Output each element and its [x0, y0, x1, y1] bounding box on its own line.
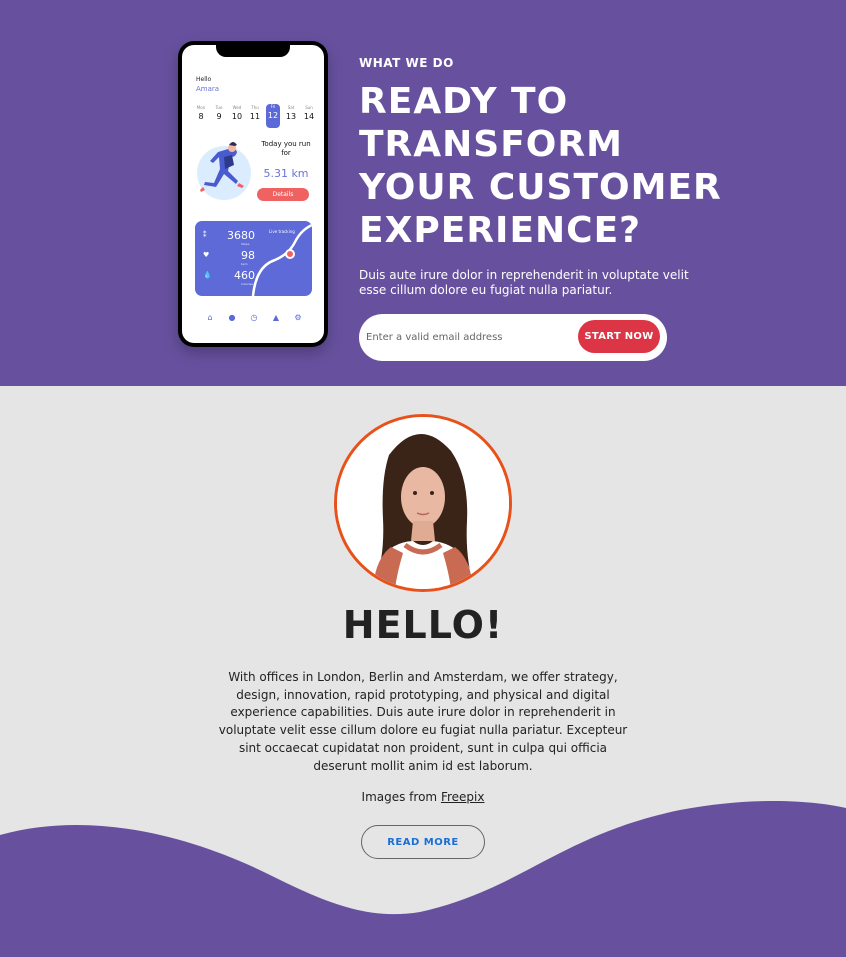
details-button: Details [257, 188, 309, 201]
app-day: Mon 8 [194, 105, 208, 128]
read-more-button[interactable]: READ MORE [361, 825, 485, 859]
app-greeting: Hello [196, 76, 212, 83]
app-day-selector: Mon 8 Tue 9 Wed 10 Thu 11 Fri 12 Sat 13 Sun 14 [194, 104, 316, 128]
start-now-button[interactable]: START NOW [578, 320, 660, 353]
hero-eyebrow: WHAT WE DO [359, 56, 454, 70]
day-date: 10 [231, 112, 243, 121]
about-heading: HELLO! [342, 603, 504, 647]
app-day-active: Fri 12 [266, 104, 280, 128]
run-distance: 5.31 km [263, 167, 309, 180]
stat-steps: ⁑ 3680 Steps [203, 229, 263, 246]
portrait-neck [411, 521, 435, 541]
email-input[interactable] [366, 326, 566, 348]
app-user-name: Amara [196, 85, 220, 93]
tracking-marker-dot [287, 251, 293, 257]
phone-notch [216, 45, 290, 57]
portrait-eye [413, 491, 417, 495]
bell-icon: ▲ [272, 313, 280, 322]
stats-card: Live tracking ⁑ 3680 Steps ♥ 98 bpm 💧 46… [195, 221, 312, 296]
hero-description: Duis aute irure dolor in reprehenderit i… [359, 268, 689, 297]
stat-value: 460 [234, 269, 255, 282]
day-name: Thu [251, 105, 259, 110]
app-day: Sun 14 [302, 105, 316, 128]
user-icon: ● [228, 313, 236, 322]
stat-label: bpm [241, 262, 248, 266]
portrait-face [401, 467, 445, 527]
clock-icon: ◷ [250, 313, 258, 322]
day-name: Wed [232, 105, 242, 110]
home-icon: ⌂ [207, 313, 213, 322]
day-name: Fri [270, 104, 276, 109]
app-day: Thu 11 [248, 105, 262, 128]
about-body: With offices in London, Berlin and Amste… [218, 670, 628, 773]
stat-label: Steps [241, 242, 250, 246]
subscribe-form: START NOW [359, 314, 667, 361]
day-date: 11 [249, 112, 261, 121]
hero-section: Hello Amara Mon 8 Tue 9 Wed 10 Thu 11 Fri 12 … [0, 0, 846, 386]
credit-prefix: Images from [361, 790, 438, 804]
live-tracking-label: Live tracking [269, 229, 295, 234]
hero-title-line: TRANSFORM [359, 124, 623, 165]
stat-value: 3680 [227, 229, 255, 242]
heart-icon: ♥ [203, 251, 210, 259]
portrait-illustration [337, 417, 509, 589]
run-title: Today you run for [261, 140, 311, 157]
day-name: Sat [287, 105, 295, 110]
day-date: 13 [285, 112, 297, 121]
day-date: 12 [267, 111, 279, 120]
app-day: Wed 10 [230, 105, 244, 128]
day-date: 14 [303, 112, 315, 121]
day-date: 9 [216, 112, 222, 121]
day-name: Mon [196, 105, 206, 110]
app-day: Sat 13 [284, 105, 298, 128]
stat-heart-rate: ♥ 98 bpm [203, 249, 263, 266]
hero-title: READY TO TRANSFORM YOUR CUSTOMER EXPERIE… [359, 80, 759, 252]
app-bottom-nav: ⌂ ● ◷ ▲ ⚙ [204, 313, 304, 322]
stat-calories: 💧 460 Calories [203, 269, 263, 286]
stat-label: Calories [241, 282, 254, 286]
runner-illustration [197, 142, 251, 200]
hero-title-line: EXPERIENCE? [359, 210, 642, 251]
image-credit: Images from Freepix [0, 790, 846, 804]
day-date: 8 [198, 112, 204, 121]
stat-value: 98 [241, 249, 255, 262]
phone-screen: Hello Amara Mon 8 Tue 9 Wed 10 Thu 11 Fri 12 … [182, 45, 324, 343]
drop-icon: 💧 [203, 271, 212, 279]
gear-icon: ⚙ [294, 313, 302, 322]
freepix-link[interactable]: Freepix [441, 790, 485, 804]
avatar [334, 414, 512, 592]
hero-title-line: YOUR CUSTOMER [359, 167, 722, 208]
app-day: Tue 9 [212, 105, 226, 128]
portrait-eye [430, 491, 434, 495]
bottom-wave [0, 801, 846, 957]
footsteps-icon: ⁑ [203, 231, 207, 239]
phone-mockup: Hello Amara Mon 8 Tue 9 Wed 10 Thu 11 Fri 12 … [178, 41, 328, 347]
day-name: Sun [305, 105, 313, 110]
hero-title-line: READY TO [359, 81, 569, 122]
day-name: Tue [215, 105, 223, 110]
